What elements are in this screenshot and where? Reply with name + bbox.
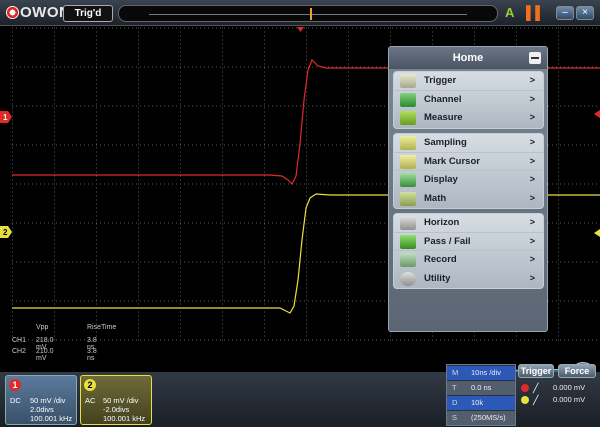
owon-logo: OWON — [6, 4, 70, 21]
math-icon — [400, 191, 416, 206]
ch2-level-marker[interactable]: 2 — [0, 226, 12, 238]
timebase-row-trigger-time[interactable]: T 0.0 ns — [447, 381, 515, 395]
sampling-icon — [400, 136, 416, 150]
ch1-frequency: 100.001 kHz — [30, 414, 73, 423]
ch2-scale: 50 mV /div — [103, 396, 139, 405]
timebase-row-depth[interactable]: D 10k — [447, 396, 515, 410]
ch2-dot-icon — [521, 396, 529, 404]
utility-icon — [400, 271, 416, 286]
ch1-badge: 1 — [9, 379, 21, 391]
trigger-position-marker[interactable] — [310, 8, 312, 20]
ch1-dot-icon — [521, 384, 529, 392]
trigger-ch1-line[interactable]: ╱ 0.000 mV — [518, 382, 598, 394]
trigger-icon — [400, 74, 416, 88]
trigger-level-marker-ch2[interactable] — [594, 229, 600, 237]
timebase-row-main[interactable]: M 10ns /div — [447, 366, 515, 380]
menu-item-sampling[interactable]: Sampling > — [394, 134, 543, 153]
measure-ch2-label: CH2 — [12, 348, 27, 355]
measure-header-vpp: Vpp — [36, 324, 49, 331]
home-menu-title: Home — [389, 47, 547, 69]
home-menu-panel: Home Trigger > Channel > Measure > Sampl… — [388, 46, 548, 332]
run-stop-icon[interactable]: ▌▌ — [526, 5, 544, 22]
measure-ch2-rise: 3.8 ns — [87, 348, 97, 362]
menu-group-1: Trigger > Channel > Measure > — [393, 71, 544, 129]
ch2-badge: 2 — [84, 379, 96, 391]
menu-item-record[interactable]: Record > — [394, 251, 543, 270]
ch1-coupling: DC — [10, 396, 21, 405]
menu-group-2: Sampling > Mark Cursor > Display > Math … — [393, 133, 544, 209]
memory-position-bar[interactable] — [118, 5, 498, 22]
ch2-frequency: 100.001 kHz — [103, 414, 146, 423]
record-icon — [400, 253, 416, 267]
rising-edge-icon: ╱ — [533, 395, 539, 405]
svg-text:1: 1 — [3, 113, 8, 122]
ch1-scale: 50 mV /div — [30, 396, 66, 405]
menu-item-utility[interactable]: Utility > — [394, 270, 543, 289]
trigger-panel: Trigger Force ╱ 0.000 mV ╱ 0.000 mV — [518, 364, 598, 426]
cursor-icon — [400, 154, 416, 169]
menu-item-measure[interactable]: Measure > — [394, 109, 543, 128]
ch2-info-box[interactable]: 2 AC 50 mV /div -2.0divs 100.001 kHz — [80, 375, 152, 425]
ch1-level-marker[interactable]: 1 — [0, 111, 12, 123]
menu-group-3: Horizon > Pass / Fail > Record > Utility… — [393, 213, 544, 289]
measure-header-risetime: RiseTime — [87, 324, 117, 331]
measure-icon — [400, 111, 416, 125]
menu-item-channel[interactable]: Channel > — [394, 91, 543, 109]
trigger-level-marker-ch1[interactable] — [594, 110, 600, 118]
trigger-button[interactable]: Trigger — [518, 364, 554, 378]
timebase-panel[interactable]: M 10ns /div T 0.0 ns D 10k S (250MS/s) — [446, 364, 516, 426]
pass-fail-icon — [400, 234, 416, 249]
ch1-offset: 2.0divs — [30, 405, 54, 414]
top-status-bar: OWON Trig'd A ▌▌ – × — [0, 0, 600, 26]
channel-icon — [400, 92, 416, 107]
rising-edge-icon: ╱ — [533, 383, 539, 393]
menu-item-display[interactable]: Display > — [394, 171, 543, 190]
measure-ch2-vpp: 210.0 mV — [36, 348, 54, 362]
trigger-ch2-line[interactable]: ╱ 0.000 mV — [518, 394, 598, 406]
collapse-menu-button[interactable] — [529, 52, 541, 64]
display-icon — [400, 173, 416, 187]
menu-item-pass-fail[interactable]: Pass / Fail > — [394, 233, 543, 251]
horizon-icon — [400, 216, 416, 230]
minimize-button[interactable]: – — [556, 6, 574, 20]
menu-item-math[interactable]: Math > — [394, 190, 543, 209]
auto-set-icon[interactable]: A — [505, 5, 514, 22]
trigger-time-marker[interactable] — [297, 27, 304, 32]
menu-item-trigger[interactable]: Trigger > — [394, 72, 543, 91]
svg-text:2: 2 — [3, 228, 8, 237]
trigger-status-badge: Trig'd — [63, 5, 113, 22]
close-button[interactable]: × — [576, 6, 594, 20]
ch2-coupling: AC — [85, 396, 96, 405]
menu-item-horizon[interactable]: Horizon > — [394, 214, 543, 233]
menu-item-mark-cursor[interactable]: Mark Cursor > — [394, 153, 543, 171]
ch2-offset: -2.0divs — [103, 405, 130, 414]
measure-ch1-label: CH1 — [12, 337, 27, 344]
force-button[interactable]: Force — [558, 364, 596, 378]
timebase-row-sample-rate[interactable]: S (250MS/s) — [447, 411, 515, 425]
ch1-info-box[interactable]: 1 DC 50 mV /div 2.0divs 100.001 kHz — [5, 375, 77, 425]
